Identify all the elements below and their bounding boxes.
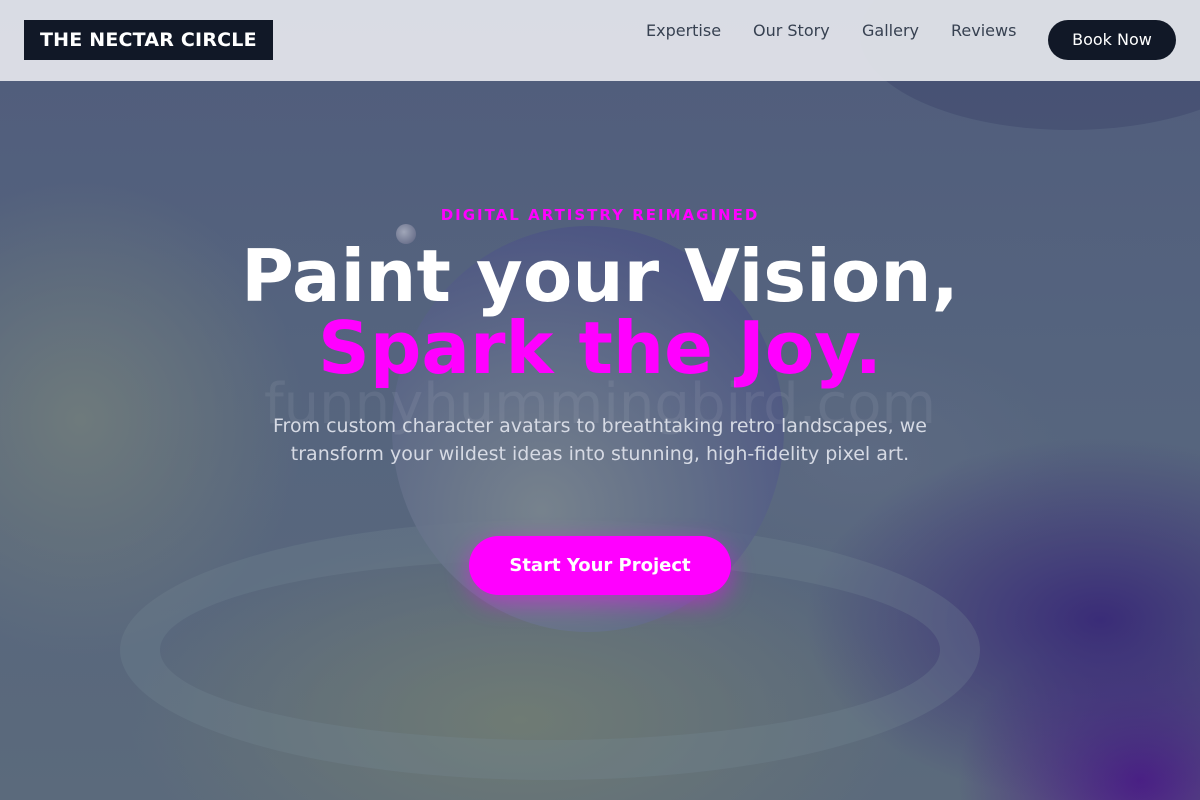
nav-link-our-story[interactable]: Our Story [753, 20, 830, 42]
hero-eyebrow: DIGITAL ARTISTRY REIMAGINED [440, 206, 760, 224]
navbar: THE NECTAR CIRCLE Expertise Our Story Ga… [0, 0, 1200, 81]
hero-headline-line1: Paint your Vision, [241, 234, 959, 318]
start-project-button[interactable]: Start Your Project [469, 536, 731, 595]
hero-subtext: From custom character avatars to breatht… [273, 415, 927, 465]
nav-link-gallery[interactable]: Gallery [862, 20, 919, 42]
nav-link-expertise[interactable]: Expertise [646, 20, 721, 42]
hero-headline: Paint your Vision, Spark the Joy. [0, 240, 1200, 384]
nav-link-reviews[interactable]: Reviews [951, 20, 1016, 42]
brand-logo[interactable]: THE NECTAR CIRCLE [24, 20, 273, 60]
book-now-button[interactable]: Book Now [1048, 20, 1176, 60]
hero-background [0, 0, 1200, 800]
hero-headline-line2: Spark the Joy. [318, 306, 882, 390]
